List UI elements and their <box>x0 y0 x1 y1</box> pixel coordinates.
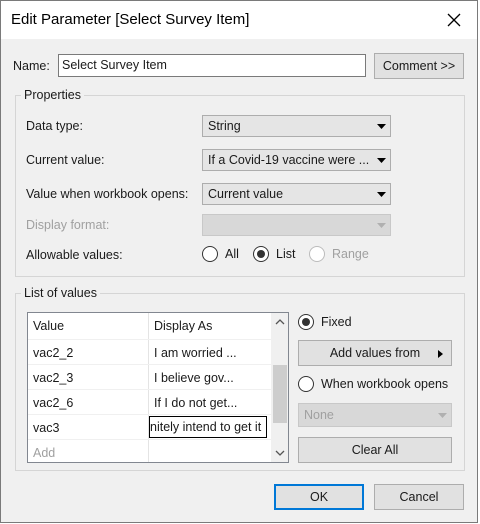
radio-circle <box>298 376 314 392</box>
chevron-down-icon <box>275 450 285 456</box>
ok-button[interactable]: OK <box>274 484 364 510</box>
add-values-from-label: Add values from <box>329 346 421 360</box>
radio-circle <box>298 314 314 330</box>
radio-when-workbook-opens-label: When workbook opens <box>321 377 449 391</box>
scroll-thumb[interactable] <box>273 365 287 423</box>
table-row[interactable]: vac2_2 I am worried ... <box>28 339 271 364</box>
add-row[interactable]: Add <box>28 439 271 462</box>
display-edit-text: nitely intend to get it <box>150 420 262 434</box>
list-of-values-title: List of values <box>21 286 100 300</box>
radio-all[interactable]: All <box>202 246 239 262</box>
radio-fixed-label: Fixed <box>321 315 352 329</box>
scroll-down-button[interactable] <box>271 444 288 462</box>
add-placeholder[interactable]: Add <box>28 440 148 462</box>
name-input[interactable]: Select Survey Item <box>58 54 366 77</box>
row-value[interactable]: vac2_3 <box>28 365 148 390</box>
workbook-opens-label: Value when workbook opens: <box>26 187 189 201</box>
add-values-from-button[interactable]: Add values from <box>298 340 452 366</box>
table-row[interactable]: vac2_6 If I do not get... <box>28 389 271 414</box>
radio-fixed[interactable]: Fixed <box>298 314 352 330</box>
radio-circle <box>309 246 325 262</box>
row-display[interactable]: I believe gov... <box>149 365 269 390</box>
chevron-down-icon <box>433 412 451 418</box>
radio-dot <box>302 318 310 326</box>
radio-range-label: Range <box>332 247 369 261</box>
close-icon <box>447 13 461 27</box>
radio-when-workbook-opens[interactable]: When workbook opens <box>298 376 448 392</box>
properties-title: Properties <box>21 88 84 102</box>
workbook-opens-dropdown[interactable]: Current value <box>202 183 391 205</box>
scroll-up-button[interactable] <box>271 313 288 331</box>
current-value-dropdown[interactable]: If a Covid-19 vaccine were ... <box>202 149 391 171</box>
row-value[interactable]: vac3 <box>28 415 148 440</box>
chevron-down-icon <box>372 123 390 129</box>
chevron-down-icon <box>372 222 390 228</box>
radio-list-label: List <box>276 247 296 261</box>
clear-all-button[interactable]: Clear All <box>298 437 452 463</box>
data-type-dropdown[interactable]: String <box>202 115 391 137</box>
values-grid[interactable]: Value Display As vac2_2 I am worried ...… <box>27 312 289 463</box>
workbook-source-value: None <box>304 408 334 422</box>
data-type-label: Data type: <box>26 119 83 133</box>
row-value[interactable]: vac2_6 <box>28 390 148 415</box>
table-row[interactable]: vac3 nitely intend to get it <box>28 414 271 439</box>
column-header-value[interactable]: Value <box>28 313 148 338</box>
current-value-value: If a Covid-19 vaccine were ... <box>208 153 370 167</box>
radio-dot <box>257 250 265 258</box>
table-row[interactable]: vac2_3 I believe gov... <box>28 364 271 389</box>
radio-circle <box>202 246 218 262</box>
row-value[interactable]: vac2_2 <box>28 340 148 365</box>
radio-circle <box>253 246 269 262</box>
close-button[interactable] <box>437 5 471 35</box>
edit-parameter-dialog: Edit Parameter [Select Survey Item] Name… <box>0 0 478 523</box>
window-title: Edit Parameter [Select Survey Item] <box>11 11 250 28</box>
display-format-label: Display format: <box>26 218 110 232</box>
chevron-right-icon <box>438 350 443 358</box>
allowable-values-label: Allowable values: <box>26 248 123 262</box>
radio-range: Range <box>309 246 369 262</box>
grid-header: Value Display As <box>28 313 271 338</box>
row-display[interactable]: I am worried ... <box>149 340 269 365</box>
display-format-dropdown <box>202 214 391 236</box>
display-edit-field[interactable]: nitely intend to get it <box>149 416 267 438</box>
row-display[interactable]: If I do not get... <box>149 390 269 415</box>
data-type-value: String <box>208 119 241 133</box>
radio-all-label: All <box>225 247 239 261</box>
comment-button[interactable]: Comment >> <box>374 53 464 79</box>
chevron-down-icon <box>372 157 390 163</box>
name-label: Name: <box>13 59 50 73</box>
cancel-button[interactable]: Cancel <box>374 484 464 510</box>
chevron-down-icon <box>372 191 390 197</box>
current-value-label: Current value: <box>26 153 105 167</box>
vertical-scrollbar[interactable] <box>271 313 288 462</box>
column-header-display-as[interactable]: Display As <box>149 313 269 338</box>
title-bar: Edit Parameter [Select Survey Item] <box>1 1 477 39</box>
workbook-opens-value: Current value <box>208 187 284 201</box>
workbook-source-dropdown: None <box>298 403 452 427</box>
radio-list[interactable]: List <box>253 246 295 262</box>
chevron-up-icon <box>275 319 285 325</box>
